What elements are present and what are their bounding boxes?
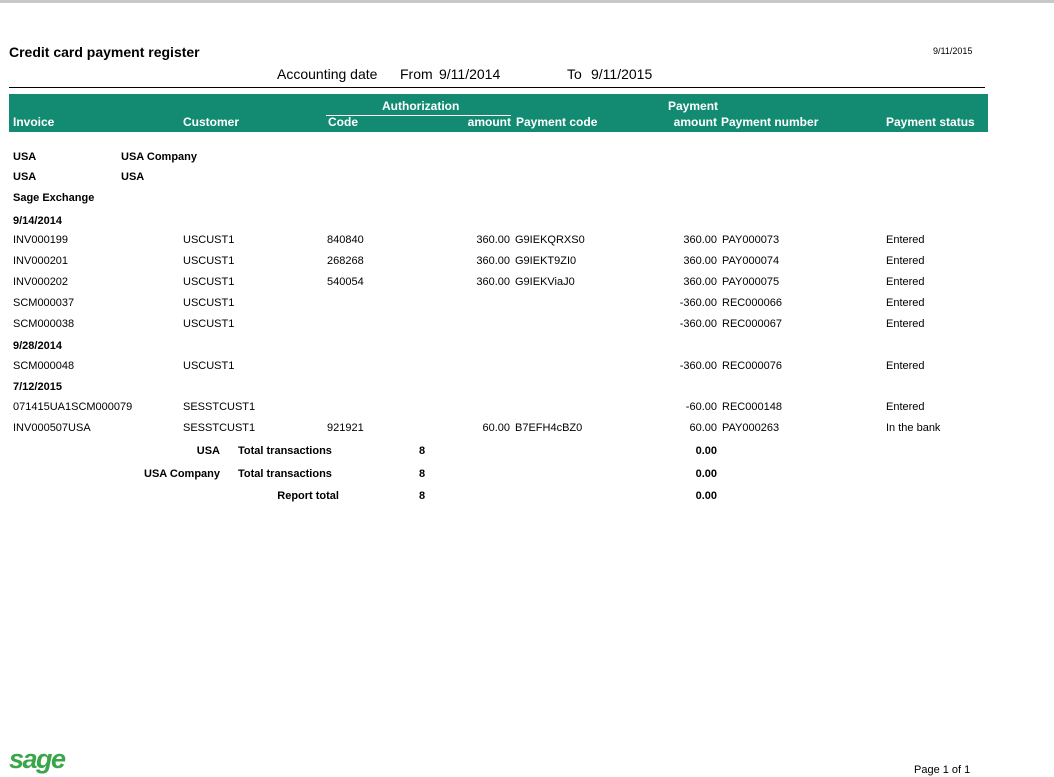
payment-code-cell: G9IEKViaJ0: [515, 276, 575, 288]
payment-number-cell: PAY000073: [722, 234, 780, 246]
auth-code-cell: 840840: [327, 234, 364, 246]
payment-status-cell: Entered: [886, 401, 925, 413]
auth-amount-cell: 60.00: [482, 422, 510, 434]
payment-status-cell: Entered: [886, 297, 925, 309]
col-invoice: Invoice: [13, 115, 55, 129]
payment-code-cell: G9IEKT9ZI0: [515, 255, 577, 267]
col-payment-amount: amount: [673, 115, 717, 129]
group-heading: USA: [13, 151, 37, 163]
customer-cell: USCUST1: [183, 276, 235, 288]
payment-status-cell: Entered: [886, 360, 925, 372]
payment-amount-cell: 360.00: [683, 234, 717, 246]
date-heading: 7/12/2015: [13, 381, 62, 393]
payment-amount-cell: 360.00: [683, 276, 717, 288]
to-label: To: [567, 66, 582, 82]
payment-amount-cell: -60.00: [685, 401, 717, 413]
total-count: 8: [419, 468, 426, 480]
payment-number-cell: REC000067: [722, 318, 782, 330]
date-heading: 9/14/2014: [13, 215, 62, 227]
total-group: USA: [196, 445, 220, 457]
customer-cell: SESSTCUST1: [183, 422, 256, 434]
payment-number-cell: REC000148: [722, 401, 782, 413]
auth-amount-cell: 360.00: [476, 276, 510, 288]
total-group: USA Company: [144, 468, 220, 480]
col-payment-number: Payment number: [721, 115, 819, 129]
date-range-label: Accounting date: [277, 66, 378, 82]
payment-status-cell: Entered: [886, 276, 925, 288]
total-label: Total transactions: [238, 468, 332, 480]
total-count: 8: [419, 490, 426, 502]
report-total-label: Report total: [277, 490, 339, 502]
payment-number-cell: PAY000075: [722, 276, 780, 288]
invoice-cell: INV000507USA: [13, 422, 91, 434]
invoice-cell: INV000199: [13, 234, 69, 246]
total-count: 8: [419, 445, 426, 457]
page-number: Page 1 of 1: [914, 764, 971, 776]
total-amount: 0.00: [695, 490, 717, 502]
payment-status-cell: In the bank: [886, 422, 941, 434]
auth-code-cell: 268268: [327, 255, 364, 267]
col-payment-code: Payment code: [516, 115, 598, 129]
group-heading: USA Company: [121, 151, 197, 163]
report-title: Credit card payment register: [9, 44, 200, 60]
col-payment-status: Payment status: [886, 115, 975, 129]
customer-cell: USCUST1: [183, 297, 235, 309]
from-date: 9/11/2014: [439, 66, 501, 82]
customer-cell: SESSTCUST1: [183, 401, 256, 413]
auth-code-cell: 921921: [327, 422, 364, 434]
payment-amount-cell: -360.00: [679, 360, 717, 372]
payment-amount-cell: 60.00: [689, 422, 717, 434]
payment-number-cell: REC000076: [722, 360, 782, 372]
payment-status-cell: Entered: [886, 234, 925, 246]
auth-code-cell: 540054: [327, 276, 364, 288]
group-heading: Sage Exchange: [13, 192, 95, 204]
sage-logo: sage: [9, 744, 66, 774]
col-payment: Payment: [668, 99, 719, 113]
invoice-cell: SCM000037: [13, 297, 75, 309]
header-rule: [9, 87, 985, 88]
payment-code-cell: G9IEKQRXS0: [515, 234, 585, 246]
invoice-cell: SCM000038: [13, 318, 75, 330]
top-border: [0, 0, 1054, 3]
column-header-bar: Invoice Customer Authorization Code amou…: [9, 94, 988, 132]
total-amount: 0.00: [695, 468, 717, 480]
date-heading: 9/28/2014: [13, 340, 62, 352]
payment-number-cell: REC000066: [722, 297, 782, 309]
total-label: Total transactions: [238, 445, 332, 457]
payment-number-cell: PAY000263: [722, 422, 780, 434]
customer-cell: USCUST1: [183, 360, 235, 372]
col-customer: Customer: [183, 115, 240, 129]
customer-cell: USCUST1: [183, 234, 235, 246]
payment-number-cell: PAY000074: [722, 255, 780, 267]
payment-amount-cell: -360.00: [679, 297, 717, 309]
group-heading: USA: [121, 171, 145, 183]
invoice-cell: SCM000048: [13, 360, 75, 372]
invoice-cell: INV000201: [13, 255, 69, 267]
group-heading: USA: [13, 171, 37, 183]
col-auth-amount: amount: [467, 115, 511, 129]
to-date: 9/11/2015: [591, 66, 653, 82]
customer-cell: USCUST1: [183, 255, 235, 267]
invoice-cell: 071415UA1SCM000079: [13, 401, 133, 413]
total-amount: 0.00: [695, 445, 717, 457]
invoice-cell: INV000202: [13, 276, 69, 288]
auth-amount-cell: 360.00: [476, 255, 510, 267]
col-code: Code: [328, 115, 358, 129]
payment-code-cell: B7EFH4cBZ0: [515, 422, 583, 434]
from-label: From: [400, 66, 433, 82]
payment-amount-cell: 360.00: [683, 255, 717, 267]
customer-cell: USCUST1: [183, 318, 235, 330]
run-date: 9/11/2015: [933, 46, 973, 56]
col-authorization: Authorization: [382, 99, 460, 113]
payment-status-cell: Entered: [886, 255, 925, 267]
auth-amount-cell: 360.00: [476, 234, 510, 246]
payment-amount-cell: -360.00: [679, 318, 717, 330]
payment-status-cell: Entered: [886, 318, 925, 330]
